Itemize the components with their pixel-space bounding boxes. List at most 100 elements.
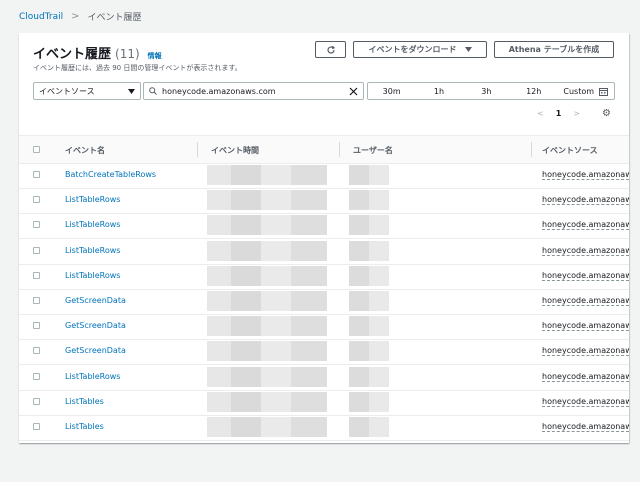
event-source-value[interactable]: honeycode.amazonaws.com <box>542 346 629 357</box>
event-source-value[interactable]: honeycode.amazonaws.com <box>542 246 629 256</box>
event-time-redacted <box>207 215 327 236</box>
row-checkbox[interactable] <box>33 397 40 405</box>
event-time-redacted <box>207 165 327 185</box>
column-user-name[interactable]: ユーザー名 <box>353 145 393 156</box>
time-range-custom[interactable]: Custom <box>557 87 614 96</box>
page-description: イベント履歴には、過去 90 日間の管理イベントが表示されます。 <box>33 64 242 72</box>
event-time-redacted <box>207 316 327 337</box>
column-event-time[interactable]: イベント時間 <box>211 145 259 156</box>
event-name-link[interactable]: GetScreenData <box>65 321 126 330</box>
user-name-redacted <box>349 316 389 337</box>
info-link[interactable]: 情報 <box>148 51 162 61</box>
table-row[interactable]: BatchCreateTableRows honeycode.amazonaws.… <box>19 163 629 189</box>
row-checkbox[interactable] <box>33 271 40 279</box>
event-source-value[interactable]: honeycode.amazonaws.com <box>542 321 629 332</box>
table-row[interactable]: ListTables honeycode.amazonaws.com <box>19 390 629 416</box>
table-row[interactable]: ListTableRows honeycode.amazonaws.com <box>19 365 629 391</box>
row-checkbox[interactable] <box>33 347 40 355</box>
lookup-attribute-select[interactable]: イベントソース <box>33 82 141 100</box>
event-source-value[interactable]: honeycode.amazonaws.com <box>542 372 629 382</box>
select-all-checkbox[interactable] <box>33 146 40 153</box>
row-checkbox[interactable] <box>33 171 40 178</box>
event-count: (11) <box>115 47 140 61</box>
caret-down-icon <box>464 47 472 52</box>
event-source-value[interactable]: honeycode.amazonaws.com <box>542 422 629 432</box>
page-title-row: イベント履歴 (11) 情報 <box>33 43 162 62</box>
event-name-link[interactable]: ListTables <box>65 422 104 431</box>
table-row[interactable]: ListTableRows honeycode.amazonaws.com <box>19 239 629 265</box>
event-time-redacted <box>207 341 327 362</box>
gear-icon[interactable]: ⚙ <box>602 108 611 119</box>
row-checkbox[interactable] <box>33 372 40 380</box>
event-name-link[interactable]: BatchCreateTableRows <box>65 170 156 179</box>
time-range-30m[interactable]: 30m <box>368 87 415 96</box>
row-checkbox[interactable] <box>33 423 40 430</box>
event-source-value[interactable]: honeycode.amazonaws.com <box>542 296 629 306</box>
create-athena-table-button[interactable]: Athena テーブルを作成 <box>494 41 614 58</box>
user-name-redacted <box>349 215 389 236</box>
event-name-link[interactable]: ListTables <box>65 397 104 406</box>
row-checkbox[interactable] <box>33 221 40 229</box>
next-page-button[interactable]: > <box>573 109 580 118</box>
event-name-link[interactable]: ListTableRows <box>65 220 120 229</box>
user-name-redacted <box>349 417 389 437</box>
event-name-link[interactable]: ListTableRows <box>65 372 120 381</box>
row-checkbox[interactable] <box>33 196 40 204</box>
event-time-redacted <box>207 265 327 286</box>
table-row[interactable]: GetScreenData honeycode.amazonaws.com <box>19 314 629 341</box>
pagination: < 1 > <box>537 109 580 118</box>
event-name-link[interactable]: GetScreenData <box>65 296 126 305</box>
prev-page-button[interactable]: < <box>537 109 544 118</box>
breadcrumb: CloudTrail > イベント履歴 <box>19 10 142 23</box>
event-name-link[interactable]: GetScreenData <box>65 346 126 355</box>
column-divider[interactable] <box>531 142 532 157</box>
time-range-3h[interactable]: 3h <box>463 87 510 96</box>
column-event-name[interactable]: イベント名 <box>65 145 105 156</box>
column-event-source[interactable]: イベントソース <box>542 145 598 156</box>
search-query: honeycode.amazonaws.com <box>162 86 276 96</box>
user-name-redacted <box>349 341 389 362</box>
user-name-redacted <box>349 240 389 261</box>
event-source-value[interactable]: honeycode.amazonaws.com <box>542 397 629 407</box>
row-checkbox[interactable] <box>33 297 40 304</box>
event-name-link[interactable]: ListTableRows <box>65 195 120 204</box>
column-divider[interactable] <box>197 142 198 157</box>
page-title: イベント履歴 <box>33 47 112 62</box>
row-checkbox[interactable] <box>33 246 40 254</box>
event-source-value[interactable]: honeycode.amazonaws.com <box>542 220 629 231</box>
download-events-label: イベントをダウンロード <box>368 45 457 54</box>
table-row[interactable]: ListTableRows honeycode.amazonaws.com <box>19 213 629 240</box>
time-range-custom-label: Custom <box>563 86 595 96</box>
refresh-button[interactable] <box>315 41 346 58</box>
breadcrumb-current: イベント履歴 <box>87 13 142 23</box>
column-divider[interactable] <box>339 142 340 157</box>
breadcrumb-cloudtrail-link[interactable]: CloudTrail <box>19 12 63 22</box>
calendar-icon <box>599 87 609 96</box>
event-name-link[interactable]: ListTableRows <box>65 271 120 280</box>
search-input[interactable]: honeycode.amazonaws.com <box>143 82 364 100</box>
time-range-selector: 30m 1h 3h 12h Custom <box>367 82 615 100</box>
clear-icon[interactable] <box>349 87 358 96</box>
user-name-redacted <box>349 391 389 412</box>
table-row[interactable]: ListTableRows honeycode.amazonaws.com <box>19 188 629 215</box>
time-range-1h[interactable]: 1h <box>415 87 462 96</box>
table-row[interactable]: ListTables honeycode.amazonaws.com <box>19 415 629 441</box>
row-checkbox[interactable] <box>33 322 40 330</box>
download-events-button[interactable]: イベントをダウンロード <box>353 41 487 58</box>
event-source-value[interactable]: honeycode.amazonaws.com <box>542 271 629 281</box>
event-history-panel: イベント履歴 (11) 情報 イベント履歴には、過去 90 日間の管理イベントが… <box>19 33 629 443</box>
event-source-value[interactable]: honeycode.amazonaws.com <box>542 195 629 206</box>
table-row[interactable]: GetScreenData honeycode.amazonaws.com <box>19 289 629 315</box>
event-time-redacted <box>207 391 327 412</box>
user-name-redacted <box>349 190 389 211</box>
time-range-12h[interactable]: 12h <box>510 87 557 96</box>
page-number-1[interactable]: 1 <box>556 109 562 118</box>
event-time-redacted <box>207 190 327 211</box>
table-row[interactable]: GetScreenData honeycode.amazonaws.com <box>19 339 629 366</box>
event-source-value[interactable]: honeycode.amazonaws.com <box>542 170 629 180</box>
table-header: イベント名 イベント時間 ユーザー名 イベントソース <box>19 135 629 164</box>
event-name-link[interactable]: ListTableRows <box>65 246 120 255</box>
user-name-redacted <box>349 165 389 185</box>
lookup-attribute-value: イベントソース <box>39 86 95 96</box>
table-row[interactable]: ListTableRows honeycode.amazonaws.com <box>19 264 629 290</box>
